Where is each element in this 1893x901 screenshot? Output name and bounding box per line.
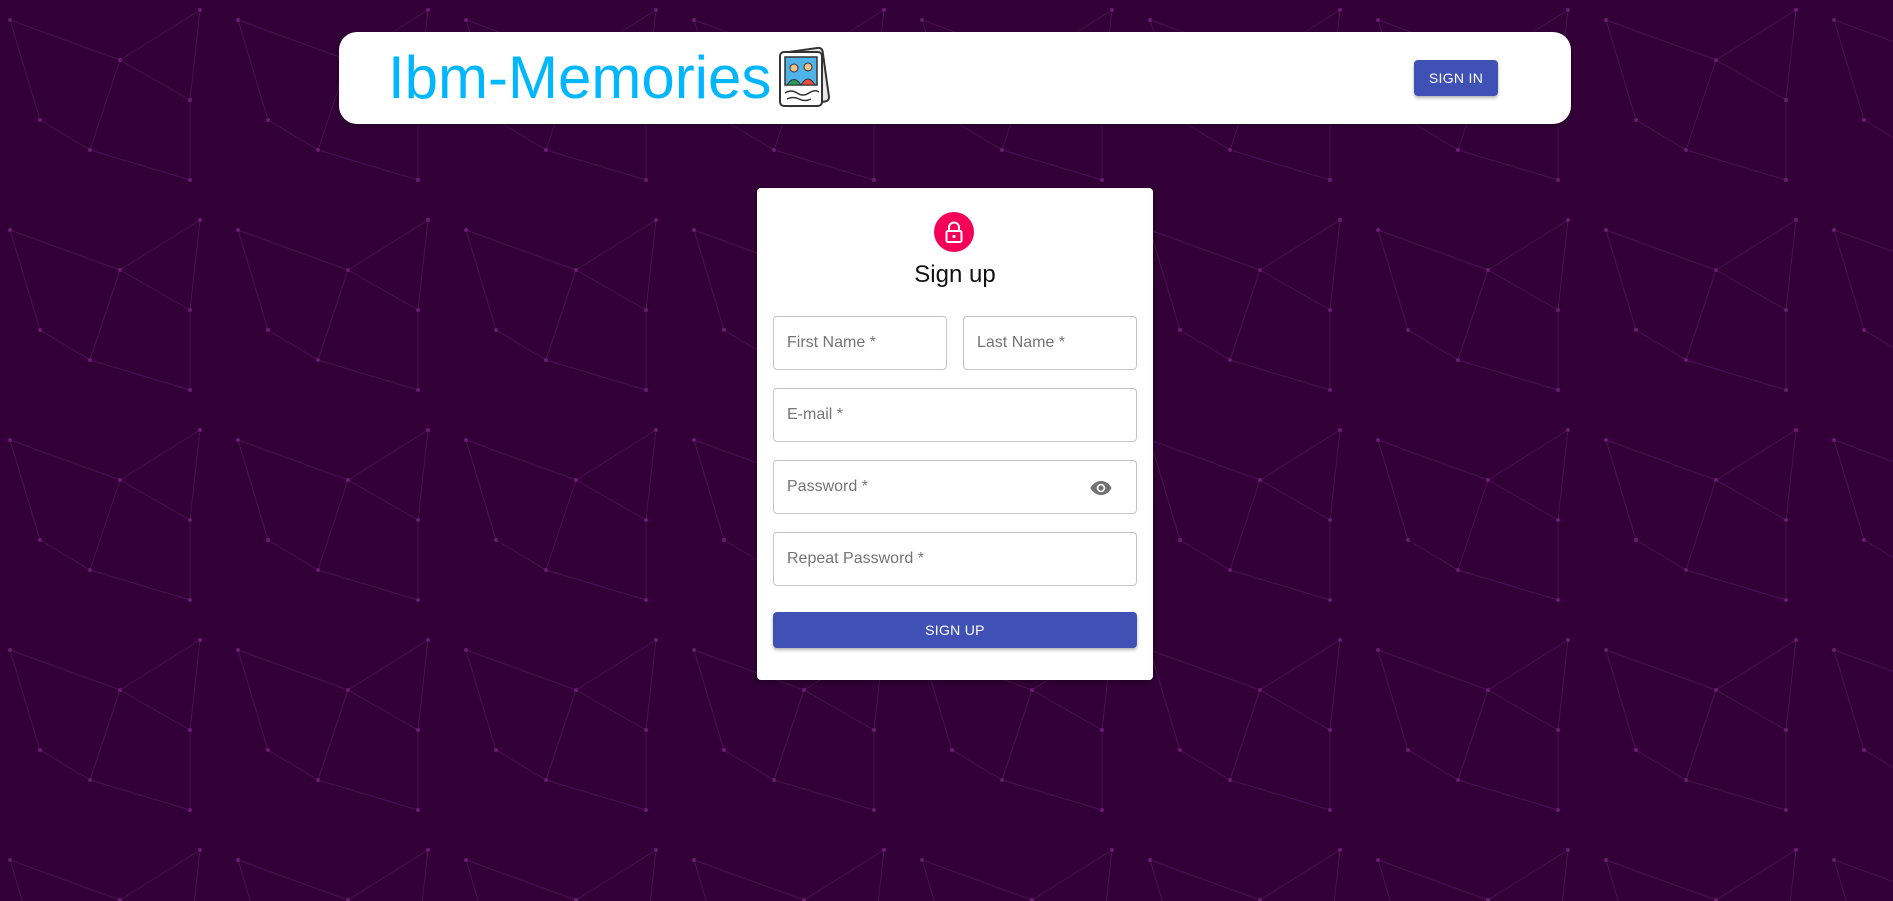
- brand-title: Ibm-Memories: [388, 44, 772, 111]
- email-input[interactable]: [774, 389, 1136, 441]
- last-name-input[interactable]: [964, 317, 1136, 369]
- sign-up-button[interactable]: SIGN UP: [773, 612, 1137, 648]
- password-input[interactable]: [774, 461, 1136, 513]
- page-title: Sign up: [914, 261, 996, 288]
- sign-in-button[interactable]: SIGN IN: [1414, 60, 1498, 96]
- email-field: [773, 388, 1137, 442]
- first-name-input[interactable]: [774, 317, 946, 369]
- repeat-password-input[interactable]: [774, 533, 1136, 585]
- eye-icon[interactable]: [1088, 475, 1114, 501]
- last-name-field: [963, 316, 1137, 370]
- lock-icon: [934, 212, 974, 252]
- photo-album-icon: [774, 46, 834, 110]
- password-field: [773, 460, 1137, 514]
- repeat-password-field: [773, 532, 1137, 586]
- signup-card: Sign up SIGN UP: [757, 188, 1153, 680]
- app-header: Ibm-Memories SIGN IN: [339, 32, 1571, 124]
- first-name-field: [773, 316, 947, 370]
